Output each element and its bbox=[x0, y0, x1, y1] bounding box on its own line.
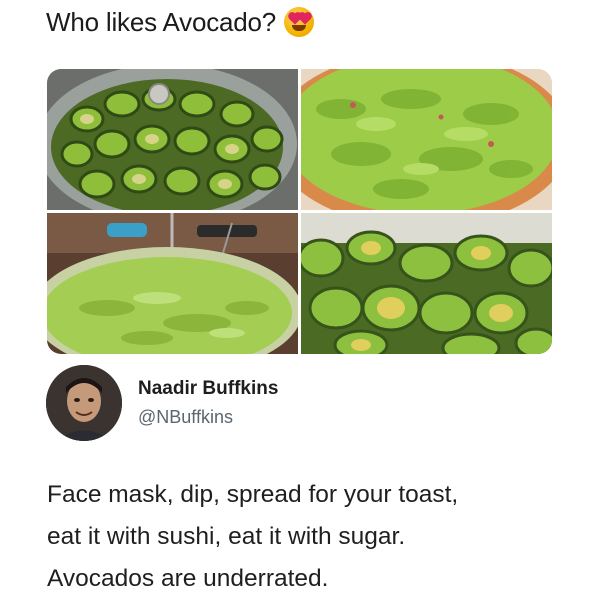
tweet-author: Naadir Buffkins @NBuffkins bbox=[46, 365, 278, 441]
photo-avocado-halves-bowl[interactable] bbox=[47, 69, 298, 210]
author-handle[interactable]: @NBuffkins bbox=[138, 407, 278, 428]
tweet-text-line: Avocados are underrated. bbox=[47, 565, 329, 592]
author-name[interactable]: Naadir Buffkins bbox=[138, 378, 278, 400]
photo-guacamole-bowl[interactable] bbox=[301, 69, 552, 210]
meme-header: Who likes Avocado? bbox=[46, 4, 315, 40]
mashed-avocado-image bbox=[47, 213, 298, 354]
heart-eyes-emoji-icon bbox=[284, 7, 315, 37]
avatar[interactable] bbox=[46, 365, 122, 441]
author-info: Naadir Buffkins @NBuffkins bbox=[138, 378, 278, 428]
meme-title: Who likes Avocado? bbox=[46, 6, 277, 37]
photo-grid bbox=[47, 69, 552, 354]
tweet-text-line: eat it with sushi, eat it with sugar. bbox=[47, 523, 406, 550]
tweet-text-line: Face mask, dip, spread for your toast, bbox=[47, 481, 459, 508]
avocado-halves-image bbox=[47, 69, 298, 210]
guacamole-image bbox=[301, 69, 552, 210]
avocado-halves-image bbox=[301, 213, 552, 354]
photo-mashed-avocado-bowl[interactable] bbox=[47, 213, 298, 354]
tweet-text: Face mask, dip, spread for your toast, e… bbox=[47, 474, 567, 600]
profile-photo-icon bbox=[46, 365, 122, 441]
photo-avocado-halves-pile[interactable] bbox=[301, 213, 552, 354]
